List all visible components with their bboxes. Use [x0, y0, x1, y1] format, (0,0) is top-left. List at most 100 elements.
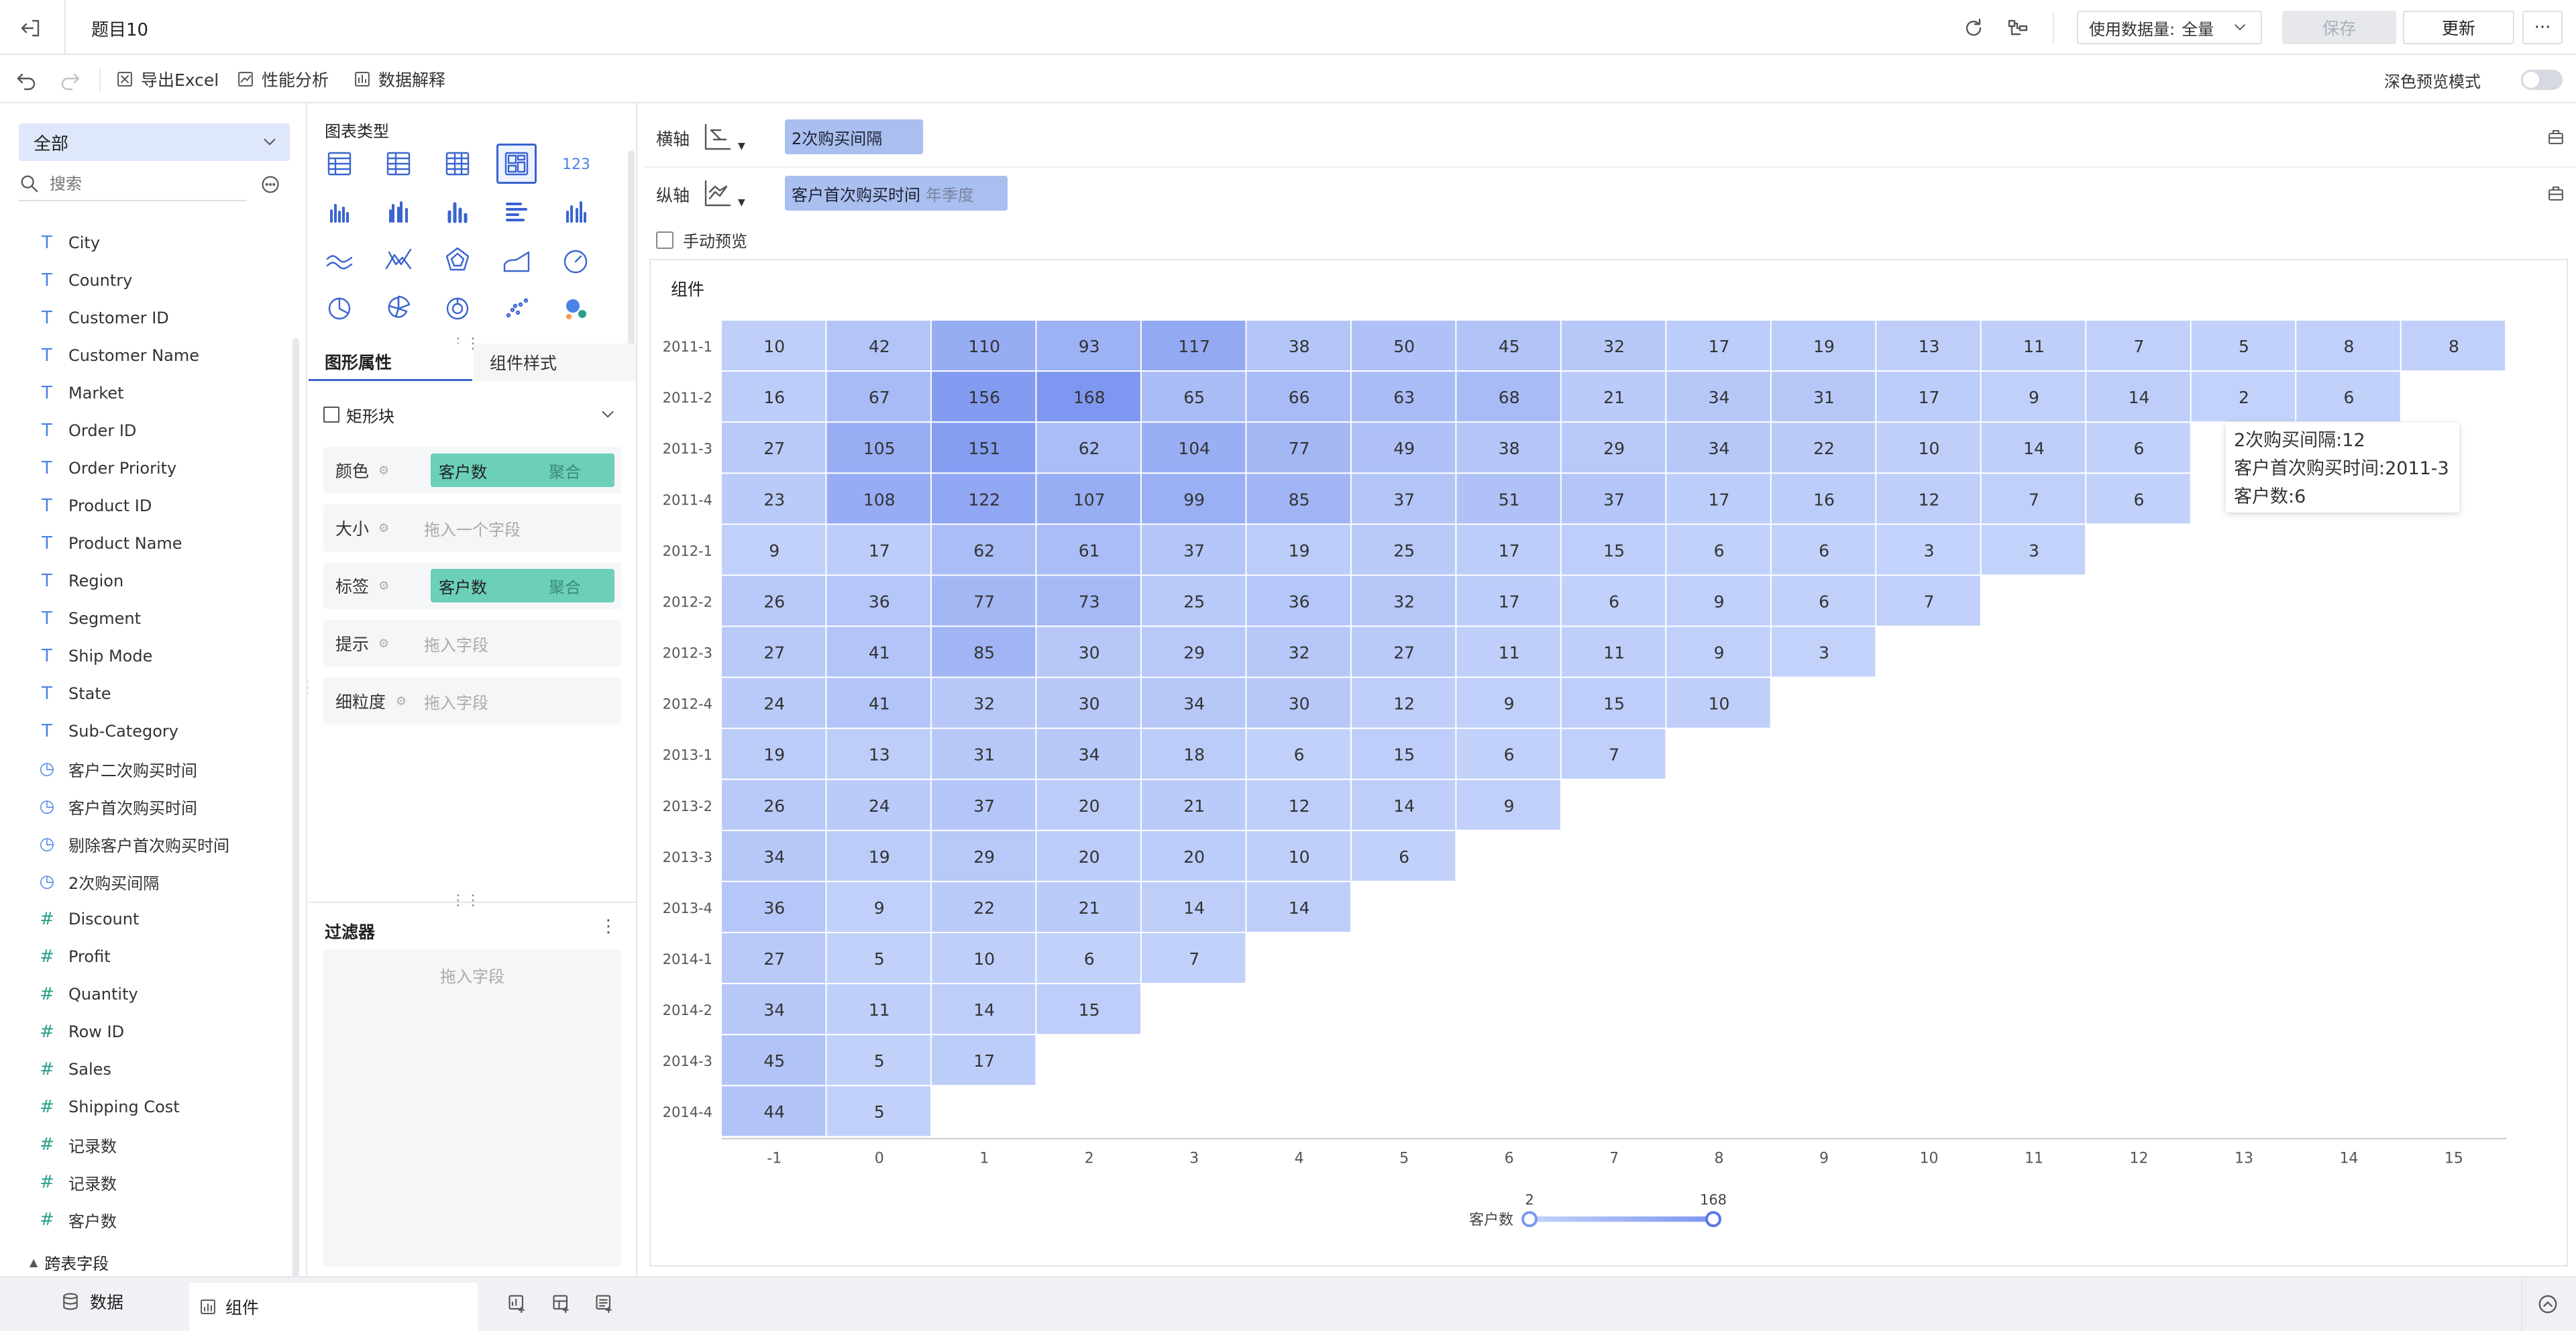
refresh-icon[interactable] [1959, 13, 1988, 43]
donut-icon[interactable] [437, 288, 478, 329]
prop-row[interactable]: 颜色 ⚙ 客户数 聚合 [323, 447, 621, 494]
field-item[interactable]: # Shipping Cost [38, 1088, 180, 1126]
more-options-icon[interactable] [259, 173, 282, 196]
drag-handle-icon[interactable]: ⋮⋮ [451, 892, 480, 909]
heatmap-chart[interactable]: 10 42 110 93 117 38 50 45 32 17 19 13 11 7 5 8 82011-116… [651, 260, 2567, 1265]
field-item[interactable]: ◷ 客户首次购买时间 [38, 788, 197, 825]
field-item[interactable]: T Sub-Category [38, 712, 178, 750]
field-item[interactable]: T Order ID [38, 412, 136, 449]
mark-type-select[interactable]: 矩形块 [323, 396, 621, 433]
settings-icon[interactable]: ⚙ [378, 521, 389, 535]
field-item[interactable]: T Segment [38, 600, 141, 637]
grouped-bar-icon[interactable] [378, 192, 419, 232]
legend-max-handle[interactable] [1705, 1211, 1721, 1228]
table-icon[interactable] [319, 144, 360, 184]
pie-icon[interactable] [319, 288, 360, 329]
settings-icon[interactable]: ⚙ [378, 579, 389, 593]
field-item[interactable]: T Customer Name [38, 337, 199, 374]
multi-bar-icon[interactable] [555, 192, 596, 232]
tab-data[interactable]: 数据 [60, 1289, 123, 1314]
radar-icon[interactable] [437, 240, 478, 280]
undo-icon[interactable] [13, 67, 40, 94]
lineage-icon[interactable] [2003, 13, 2033, 43]
legend-min-handle[interactable] [1521, 1211, 1538, 1228]
gauge-icon[interactable] [555, 240, 596, 280]
cross-table-group[interactable]: ▲ 跨表字段 [30, 1250, 109, 1274]
bar-icon[interactable] [437, 192, 478, 232]
cross-table-icon[interactable] [378, 144, 419, 184]
bubble-icon[interactable] [555, 288, 596, 329]
field-pill[interactable]: 客户数 聚合 [431, 569, 614, 602]
field-item[interactable]: T Product ID [38, 487, 152, 525]
y-axis-dropdown-icon[interactable]: ▼ [738, 197, 745, 208]
filter-dropzone[interactable]: 拖入字段 [323, 950, 621, 1267]
field-item[interactable]: T Order Priority [38, 449, 176, 487]
add-story-icon[interactable] [593, 1292, 616, 1315]
stacked-bar-icon[interactable] [319, 192, 360, 232]
scatter-icon[interactable] [496, 288, 537, 329]
field-item[interactable]: # Sales [38, 1051, 111, 1088]
line-icon[interactable] [319, 240, 360, 280]
tab-widget[interactable]: 组件 [189, 1283, 478, 1331]
field-item[interactable]: T Country [38, 262, 132, 299]
dark-preview-toggle[interactable] [2521, 70, 2563, 90]
field-item[interactable]: ◷ 客户二次购买时间 [38, 750, 197, 788]
search-field[interactable] [19, 168, 247, 201]
x-axis-dropdown-icon[interactable]: ▼ [738, 141, 745, 152]
redo-icon[interactable] [56, 67, 83, 94]
settings-icon[interactable]: ⚙ [378, 464, 389, 478]
field-item[interactable]: # 客户数 [38, 1201, 117, 1238]
tab-component-style[interactable]: 组件样式 [474, 343, 636, 381]
clear-x-icon[interactable] [2542, 123, 2569, 150]
dataset-select[interactable]: 全部 [19, 123, 290, 161]
rose-pie-icon[interactable] [378, 288, 419, 329]
field-item[interactable]: # Discount [38, 900, 139, 938]
filter-more-icon[interactable]: ⋮ [600, 916, 617, 937]
custom-chart-icon[interactable] [496, 144, 537, 184]
horizontal-bar-icon[interactable] [496, 192, 537, 232]
field-item[interactable]: # 记录数 [38, 1126, 117, 1163]
field-item[interactable]: T Region [38, 562, 123, 600]
more-button[interactable]: ··· [2522, 11, 2563, 44]
search-input[interactable] [50, 174, 224, 193]
settings-icon[interactable]: ⚙ [396, 694, 407, 708]
field-item[interactable]: # Row ID [38, 1013, 124, 1051]
collapse-up-icon[interactable] [2536, 1292, 2560, 1316]
field-item[interactable]: T City [38, 224, 100, 262]
field-item[interactable]: # Profit [38, 938, 111, 975]
area-icon[interactable] [496, 240, 537, 280]
y-field-pill[interactable]: 客户首次购买时间 年季度 [785, 176, 1008, 211]
tab-graphic-props[interactable]: 图形属性 [309, 343, 472, 381]
field-item[interactable]: # 记录数 [38, 1163, 117, 1201]
scrollbar[interactable] [628, 150, 635, 345]
data-usage-select[interactable]: 使用数据量: 全量 [2077, 11, 2262, 44]
field-item[interactable]: T Product Name [38, 525, 182, 562]
field-item[interactable]: T State [38, 675, 111, 712]
field-item[interactable]: T Ship Mode [38, 637, 152, 675]
data-explain-button[interactable]: 数据解释 [353, 55, 445, 103]
field-item[interactable]: # Quantity [38, 975, 138, 1013]
number-card-icon[interactable]: 123 [555, 144, 596, 184]
field-pill[interactable]: 客户数 聚合 [431, 454, 614, 487]
settings-icon[interactable]: ⚙ [378, 637, 389, 651]
prop-row[interactable]: 提示 ⚙ 拖入字段 [323, 620, 621, 667]
field-item[interactable]: ◷ 剔除客户首次购买时间 [38, 825, 229, 863]
multi-line-icon[interactable] [378, 240, 419, 280]
field-item[interactable]: ◷ 2次购买间隔 [38, 863, 160, 900]
y-axis-type-icon[interactable] [702, 177, 734, 212]
x-axis-type-icon[interactable] [702, 121, 734, 156]
scrollbar[interactable] [292, 338, 299, 1276]
add-widget-icon[interactable] [506, 1292, 529, 1315]
prop-row[interactable]: 标签 ⚙ 客户数 聚合 [323, 562, 621, 609]
export-excel-button[interactable]: 导出Excel [115, 55, 219, 103]
save-button[interactable]: 保存 [2282, 11, 2396, 44]
exit-icon[interactable] [16, 13, 46, 43]
clear-y-icon[interactable] [2542, 180, 2569, 207]
update-button[interactable]: 更新 [2403, 11, 2514, 44]
prop-row[interactable]: 细粒度 ⚙ 拖入字段 [323, 678, 621, 725]
perf-analysis-button[interactable]: 性能分析 [236, 55, 329, 103]
add-dashboard-icon[interactable] [550, 1292, 573, 1315]
prop-row[interactable]: 大小 ⚙ 拖入一个字段 [323, 504, 621, 551]
manual-preview-checkbox[interactable]: 手动预览 [656, 228, 747, 252]
x-field-pill[interactable]: 2次购买间隔 [785, 119, 923, 154]
